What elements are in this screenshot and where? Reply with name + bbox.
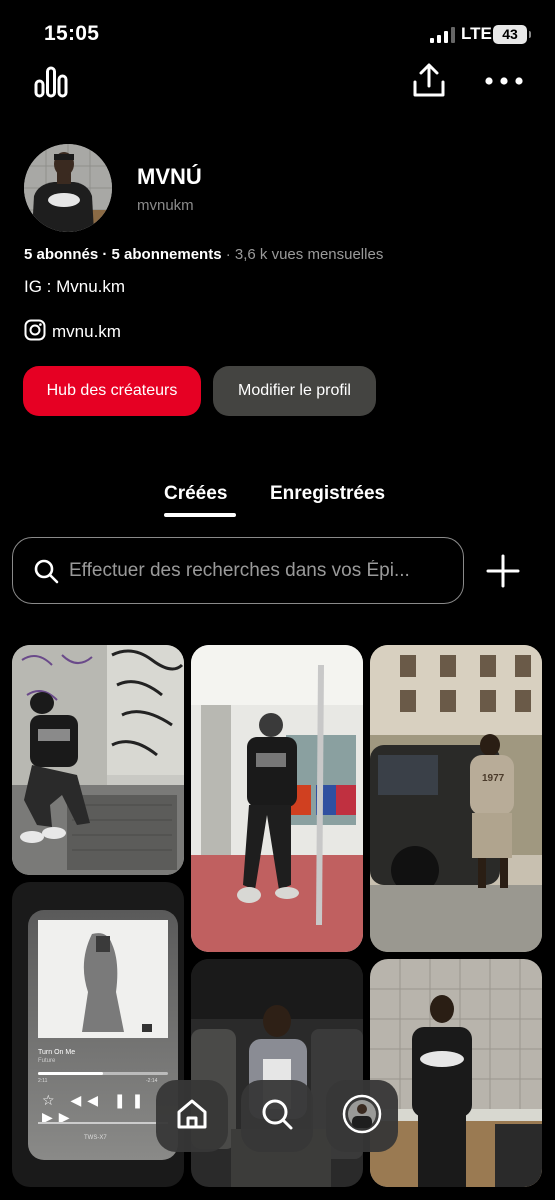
avatar[interactable] bbox=[24, 144, 112, 232]
shirt-text: 1977 bbox=[482, 773, 505, 784]
display-name: MVNÚ bbox=[137, 164, 202, 189]
monthly-views: 3,6 k vues mensuelles bbox=[234, 246, 384, 263]
network-type: LTE bbox=[461, 24, 492, 43]
pin-graffiti-photo[interactable] bbox=[12, 645, 184, 875]
time-elapsed: 2:11 bbox=[38, 1078, 48, 1084]
status-bar: 15:05 LTE 43 bbox=[0, 0, 555, 64]
pin-car-photo[interactable] bbox=[191, 959, 363, 1187]
search-icon bbox=[260, 1097, 294, 1136]
nav-profile-button[interactable] bbox=[326, 1080, 398, 1152]
following-count[interactable]: 5 abonnements bbox=[112, 246, 222, 263]
plus-icon[interactable] bbox=[485, 553, 521, 589]
battery-icon: 43 bbox=[493, 25, 531, 44]
edit-profile-button[interactable]: Modifier le profil bbox=[213, 366, 376, 416]
nav-search-button[interactable] bbox=[241, 1080, 313, 1152]
pin-street-photo[interactable]: 1977 bbox=[370, 645, 542, 952]
signal-icon bbox=[430, 27, 456, 43]
search-input[interactable]: Effectuer des recherches dans vos Épi... bbox=[12, 537, 464, 604]
song-progress bbox=[38, 1072, 168, 1075]
output-device: TWS-X7 bbox=[84, 1135, 107, 1141]
more-icon[interactable] bbox=[484, 68, 524, 94]
instagram-handle: mvnu.km bbox=[52, 322, 121, 341]
pin-metro-photo[interactable] bbox=[191, 645, 363, 952]
followers-count[interactable]: 5 abonnés bbox=[24, 246, 98, 263]
search-icon bbox=[33, 558, 59, 584]
song-title: Turn On Me bbox=[38, 1049, 76, 1056]
home-icon bbox=[175, 1097, 209, 1136]
instagram-link[interactable]: mvnu.km bbox=[24, 319, 121, 346]
tab-created[interactable]: Créées bbox=[164, 483, 227, 505]
instagram-icon bbox=[24, 319, 46, 346]
status-time: 15:05 bbox=[44, 22, 100, 45]
volume-bar bbox=[38, 1122, 168, 1124]
search-placeholder: Effectuer des recherches dans vos Épi... bbox=[69, 559, 410, 581]
tab-saved[interactable]: Enregistrées bbox=[270, 483, 385, 505]
song-artist: Future bbox=[38, 1058, 56, 1064]
profile-stats: 5 abonnés · 5 abonnements · 3,6 k vues m… bbox=[24, 246, 384, 263]
creator-hub-button[interactable]: Hub des créateurs bbox=[23, 366, 201, 416]
profile-avatar-icon bbox=[342, 1094, 382, 1139]
time-remaining: -2:14 bbox=[146, 1078, 158, 1084]
nav-home-button[interactable] bbox=[156, 1080, 228, 1152]
active-tab-indicator bbox=[164, 513, 236, 517]
stats-icon[interactable] bbox=[33, 64, 69, 100]
pin-kitchen-photo[interactable] bbox=[370, 959, 542, 1187]
bio: IG : Mvnu.km bbox=[24, 277, 126, 296]
share-icon[interactable] bbox=[410, 62, 448, 100]
username: mvnukm bbox=[137, 197, 194, 214]
